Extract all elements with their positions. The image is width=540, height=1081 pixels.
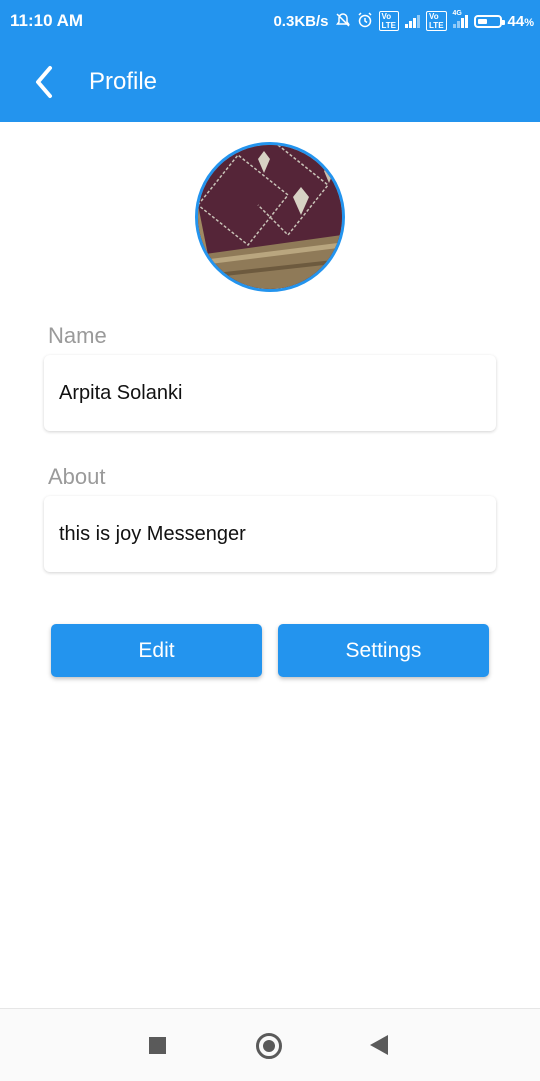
- recents-square-icon[interactable]: [149, 1037, 166, 1054]
- name-value: Arpita Solanki: [59, 382, 183, 404]
- chevron-left-icon: [36, 66, 52, 98]
- profile-photo: [198, 145, 342, 289]
- status-time: 11:10 AM: [10, 11, 84, 30]
- system-nav-bar: [0, 1008, 540, 1081]
- about-label: About: [48, 464, 106, 489]
- volte-icon: Vo LTE: [378, 11, 400, 31]
- alarm-icon: [357, 11, 373, 31]
- battery-fill: [477, 18, 487, 24]
- 4g-signal-icon: 4G: [452, 10, 468, 28]
- 4g-label: 4G: [452, 10, 462, 17]
- battery-icon: [473, 14, 505, 28]
- status-bar: 11:10 AM 0.3KB/s Vo LTE Vo LTE 4G 44%: [0, 0, 540, 42]
- battery-percent: 44%: [508, 13, 534, 30]
- app-bar: Profile: [0, 42, 540, 122]
- signal-icon: [405, 14, 421, 28]
- home-circle-icon[interactable]: [256, 1033, 282, 1059]
- back-button[interactable]: [26, 62, 66, 102]
- mute-bell-icon: [335, 12, 351, 31]
- status-icons: 0.3KB/s Vo LTE Vo LTE 4G 44%: [273, 10, 534, 31]
- back-triangle-icon[interactable]: [370, 1035, 388, 1055]
- edit-button[interactable]: Edit: [51, 624, 262, 677]
- settings-button[interactable]: Settings: [278, 624, 489, 677]
- about-value: this is joy Messenger: [59, 523, 246, 545]
- battery-percent-suffix: %: [524, 16, 534, 29]
- name-label: Name: [48, 323, 107, 348]
- page-title: Profile: [89, 68, 158, 95]
- network-speed: 0.3KB/s: [273, 12, 329, 30]
- about-field[interactable]: this is joy Messenger: [44, 496, 496, 572]
- name-field[interactable]: Arpita Solanki: [44, 355, 496, 431]
- battery-percent-value: 44: [507, 12, 525, 30]
- avatar[interactable]: [195, 142, 345, 292]
- volte-icon: Vo LTE: [426, 11, 447, 31]
